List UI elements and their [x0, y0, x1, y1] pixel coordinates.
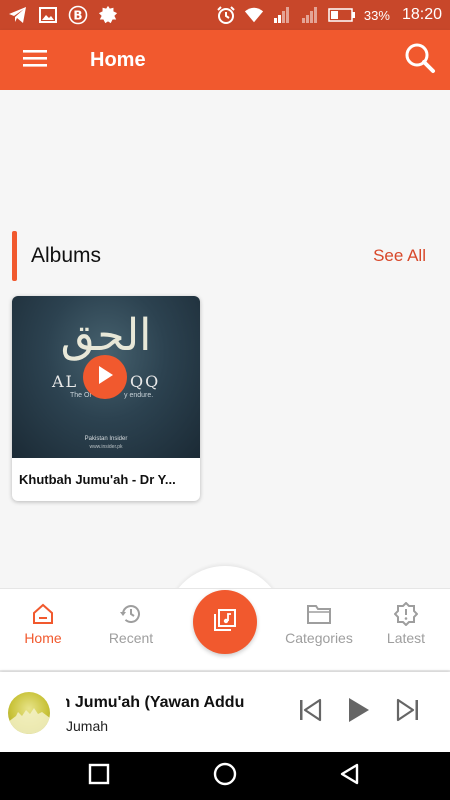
library-music-icon [214, 608, 236, 636]
album-play-button[interactable] [83, 355, 127, 399]
main-content: Albums See All الحق AL QQ The Or y endur… [0, 90, 450, 590]
skip-next-icon [395, 697, 421, 728]
nav-label: Recent [108, 630, 154, 646]
now-playing-subtitle: Jumah [66, 718, 109, 734]
recents-square-icon [88, 763, 110, 790]
home-circle-icon [213, 762, 237, 791]
svg-text:B: B [73, 9, 82, 23]
alarm-icon [216, 6, 236, 24]
albums-title: Albums [31, 244, 102, 267]
play-button[interactable] [342, 696, 374, 728]
see-all-link[interactable]: See All [373, 246, 426, 266]
now-playing-thumbnail [8, 692, 50, 734]
wifi-icon [244, 6, 264, 24]
latest-badge-icon [394, 602, 418, 626]
nav-item-home[interactable]: Home [0, 602, 88, 650]
app-bar: Home [0, 30, 450, 90]
mini-player[interactable]: bah Jumu'ah (Yawan Addu Jumah [0, 672, 450, 752]
telegram-icon [8, 6, 28, 24]
nav-item-latest[interactable]: Latest [361, 602, 450, 650]
menu-button[interactable] [0, 30, 70, 90]
play-icon [345, 696, 371, 729]
back-triangle-icon [339, 763, 361, 790]
hamburger-icon [22, 48, 48, 73]
nav-label: Latest [386, 630, 426, 646]
artwork-text: QQ [130, 372, 161, 391]
artwork-calligraphy: الحق [60, 310, 152, 361]
nav-label: Categories [285, 630, 353, 646]
previous-button[interactable] [294, 696, 326, 728]
now-playing-title: bah Jumu'ah (Yawan Addu [66, 694, 245, 711]
nav-item-recent[interactable]: Recent [86, 602, 176, 650]
status-bar: B 33% 18:20 [0, 0, 450, 30]
skip-previous-icon [297, 697, 323, 728]
artwork-tagline: y endure. [124, 392, 154, 399]
banner-placeholder [0, 90, 450, 220]
history-icon [119, 602, 143, 626]
signal-icon [272, 6, 292, 24]
artwork-credit-url: www.insider.pk [89, 444, 123, 450]
section-accent-bar [12, 231, 17, 281]
artwork-tagline: The Or [70, 392, 92, 399]
album-card[interactable]: الحق AL QQ The Or y endure. Pakistan Ins… [12, 296, 200, 501]
artwork-text: AL [52, 372, 79, 391]
system-navigation-bar [0, 752, 450, 800]
home-system-button[interactable] [213, 762, 237, 791]
page-title: Home [90, 48, 146, 71]
folder-icon [306, 602, 332, 626]
battery-percent: 33% [363, 7, 390, 23]
nav-item-categories[interactable]: Categories [274, 602, 364, 650]
app-badge-icon [98, 5, 118, 24]
back-button[interactable] [338, 763, 362, 790]
bottom-navigation: Home Recent Categories Latest [0, 566, 450, 672]
recents-button[interactable] [87, 763, 111, 790]
bitcoin-icon: B [68, 5, 88, 25]
signal-icon [300, 6, 320, 24]
image-icon [38, 6, 58, 24]
search-button[interactable] [390, 30, 450, 90]
artwork-credit: Pakistan Insider [84, 436, 128, 442]
play-icon [96, 365, 114, 390]
search-icon [404, 42, 436, 79]
clock: 18:20 [401, 6, 442, 23]
album-artwork: الحق AL QQ The Or y endure. Pakistan Ins… [12, 296, 200, 458]
albums-section-header: Albums See All [12, 230, 438, 282]
next-button[interactable] [392, 696, 424, 728]
library-fab-button[interactable] [193, 590, 257, 654]
album-title: Khutbah Jumu'ah - Dr Y... [19, 472, 176, 487]
nav-label: Home [24, 630, 62, 646]
home-icon [31, 602, 55, 626]
battery-icon [328, 6, 356, 24]
